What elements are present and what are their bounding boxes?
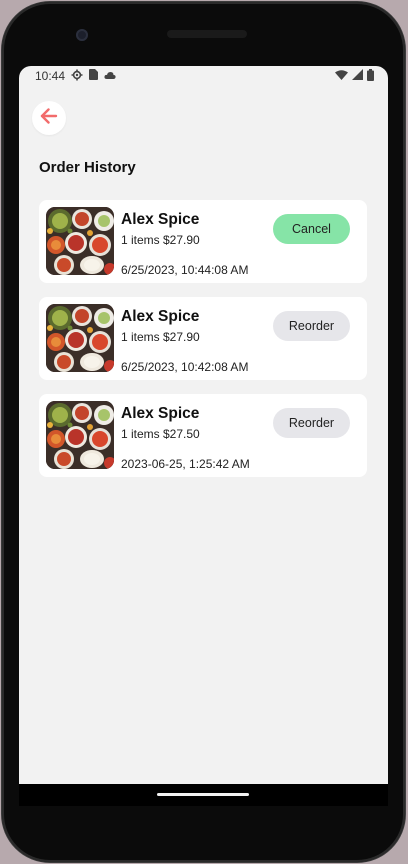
earpiece-speaker [167,30,247,38]
restaurant-name: Alex Spice [121,308,200,325]
restaurant-name: Alex Spice [121,211,200,228]
front-camera [76,29,88,41]
cancel-order-button[interactable]: Cancel [273,214,350,244]
order-card[interactable]: Alex Spice 1 items $27.50 2023-06-25, 1:… [39,394,367,477]
order-timestamp: 2023-06-25, 1:25:42 AM [121,457,250,471]
order-timestamp: 6/25/2023, 10:42:08 AM [121,360,249,374]
cloud-icon [104,69,116,83]
arrow-left-icon [40,107,58,129]
reorder-button[interactable]: Reorder [273,311,350,341]
settings-icon [71,69,83,84]
status-time: 10:44 [35,69,66,83]
order-timestamp: 6/25/2023, 10:44:08 AM [121,263,249,277]
reorder-button[interactable]: Reorder [273,408,350,438]
order-summary: 1 items $27.50 [121,427,200,441]
restaurant-name: Alex Spice [121,405,200,422]
sim-card-icon [89,69,99,83]
cell-signal-icon [352,69,363,83]
food-image [46,304,114,372]
page-title: Order History [39,159,136,176]
app-screen: 10:44 Order History Alex Spice 1 items $… [19,66,388,784]
order-summary: 1 items $27.90 [121,330,200,344]
order-summary: 1 items $27.90 [121,233,200,247]
home-indicator[interactable] [157,793,249,796]
order-card[interactable]: Alex Spice 1 items $27.90 6/25/2023, 10:… [39,200,367,283]
order-card[interactable]: Alex Spice 1 items $27.90 6/25/2023, 10:… [39,297,367,380]
battery-icon [367,68,374,84]
food-image [46,207,114,275]
food-image [46,401,114,469]
status-bar: 10:44 [19,66,388,86]
order-list: Alex Spice 1 items $27.90 6/25/2023, 10:… [39,200,367,491]
wifi-icon [335,69,348,83]
back-button[interactable] [32,101,66,135]
